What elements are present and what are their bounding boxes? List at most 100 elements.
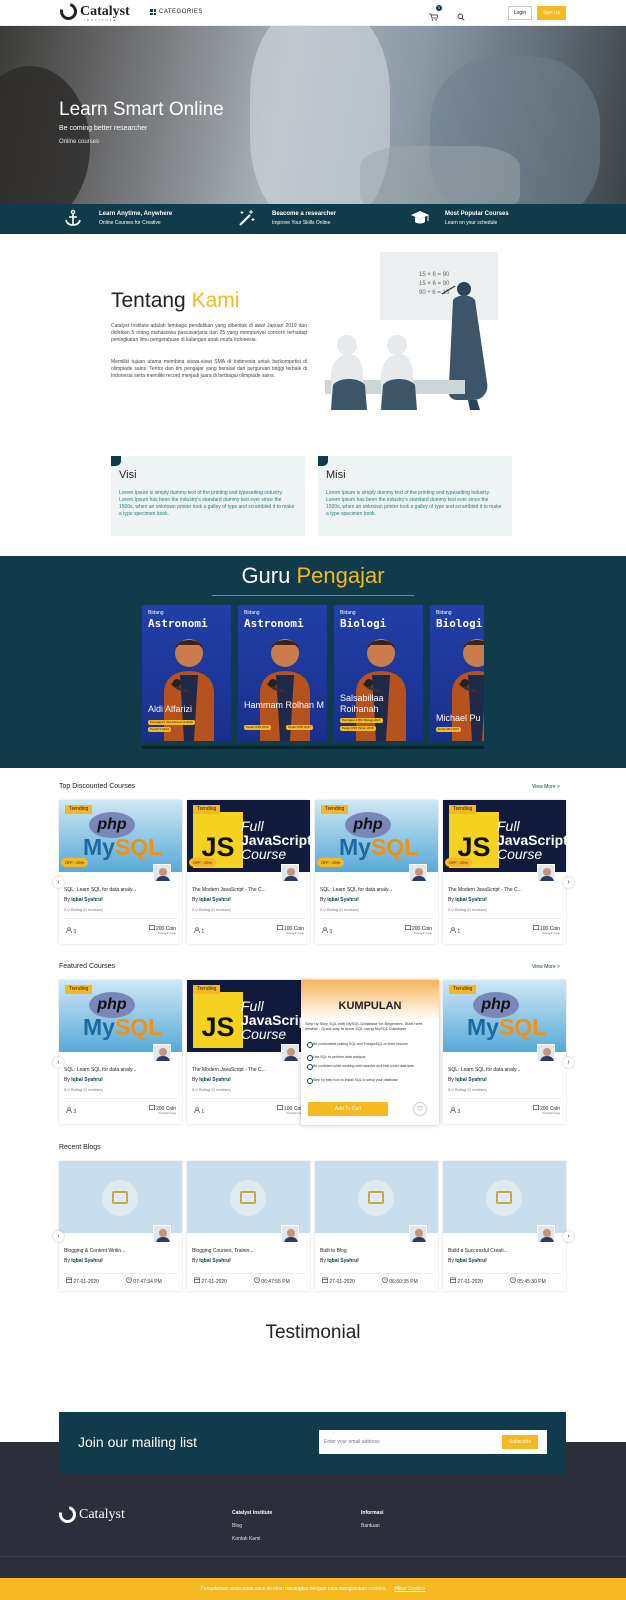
- course-card[interactable]: JS Full JavaScript Course Trending The Modern…: [187, 980, 310, 1124]
- course-card[interactable]: php MySQL Trending SQL: Learn SQL for data …: [443, 980, 566, 1124]
- teacher-achievement: Perak OSN 2017: [286, 725, 313, 730]
- blog-card[interactable]: Blogging Courses, Trainin... By Iqbal Sya…: [187, 1161, 310, 1291]
- carousel-prev-button[interactable]: ‹: [53, 877, 64, 888]
- blog-thumbnail: [443, 1161, 566, 1233]
- logo-mark-icon: [56, 0, 81, 24]
- course-title[interactable]: SQL: Learn SQL for data analy...: [64, 1067, 177, 1073]
- course-card[interactable]: JS Full JavaScript Course Trending OFF : 25% T…: [187, 800, 310, 944]
- calendar-icon: [322, 1277, 328, 1283]
- view-more-link[interactable]: View More >: [532, 964, 560, 970]
- blog-date: 27-01-2020: [322, 1277, 355, 1285]
- popup-description: Step by Step SQL with MySQL Database for…: [305, 1021, 424, 1031]
- course-author: By Iqbal Syahrul: [192, 1077, 231, 1083]
- course-price: 200 Coin Potongan harga: [148, 925, 176, 935]
- carousel-next-button[interactable]: ›: [563, 1057, 574, 1068]
- section-title: Featured Courses: [59, 963, 116, 970]
- course-author: By Iqbal Syahrul: [64, 1077, 103, 1083]
- teacher-card[interactable]: Bidang Biologi Salsabillaa Roihanah Peri…: [334, 605, 423, 741]
- carousel-scrollbar[interactable]: [142, 746, 484, 749]
- user-icon: [450, 927, 456, 934]
- blog-title[interactable]: Built to Blog: [320, 1248, 433, 1254]
- blog-title[interactable]: Blogging & Content Writin...: [64, 1248, 177, 1254]
- course-price: 200 Coin Potongan harga: [532, 1105, 560, 1115]
- clock-icon: [254, 1277, 260, 1283]
- logo[interactable]: Catalyst INSTITUTE: [56, 0, 130, 24]
- teacher-name: Aldi Alfarizi: [148, 704, 193, 714]
- signup-button[interactable]: Sign Up: [537, 6, 566, 20]
- view-more-link[interactable]: View More >: [532, 784, 560, 790]
- author-avatar: [153, 1044, 171, 1062]
- subscribe-button[interactable]: Subscribe: [502, 1435, 538, 1449]
- site-header: Catalyst INSTITUTE CATEGORIES 0 Login Si…: [0, 0, 626, 26]
- section-title: Top Discounted Courses: [59, 783, 136, 790]
- board-line: 15 × 6 = 90: [419, 272, 450, 278]
- search-icon[interactable]: [457, 8, 465, 21]
- course-rating: 5.0 Rating (0 reviews): [448, 907, 487, 912]
- categories-label: CATEGORIES: [159, 9, 203, 15]
- author-avatar: [281, 1225, 299, 1243]
- course-title[interactable]: The Modern JavaScript - The C...: [192, 887, 305, 893]
- carousel-next-button[interactable]: ›: [563, 1231, 574, 1242]
- cart-icon[interactable]: 0: [429, 5, 442, 21]
- mailing-title: Join our mailing list: [78, 1434, 198, 1450]
- footer-link-contact[interactable]: Kontak Kami: [232, 1536, 272, 1542]
- categories-menu[interactable]: CATEGORIES: [150, 9, 203, 15]
- footer-logo[interactable]: Catalyst: [55, 1502, 125, 1527]
- anchor-icon: [65, 209, 81, 226]
- carousel-prev-button[interactable]: ‹: [53, 1057, 64, 1068]
- teacher-card[interactable]: Bidang Biologi Michael Pu Emas IBO 2017: [430, 605, 484, 741]
- teacher-achievement: Peringkat 4 IBO Biologi 2017: [340, 718, 383, 723]
- allow-cookies-link[interactable]: Allow Cookies: [394, 1586, 425, 1592]
- course-card[interactable]: php MySQL Trending OFF : 25% SQL: Learn SQL …: [59, 800, 182, 944]
- misi-text: Lorem Ipsum is simply dummy text of the …: [326, 490, 502, 517]
- blog-card[interactable]: Build a Successful Creati... By Iqbal Sya…: [443, 1161, 566, 1291]
- popup-list-item: Be comfortable putting SQL and PostgreSQ…: [307, 1042, 425, 1048]
- blog-title[interactable]: Build a Successful Creati...: [448, 1248, 561, 1254]
- course-card[interactable]: php MySQL Trending SQL: Learn SQL for data …: [59, 980, 182, 1124]
- trending-badge: Trending: [449, 985, 476, 994]
- carousel-prev-button[interactable]: ‹: [53, 1231, 64, 1242]
- blog-time: 05:45:30 PM: [510, 1277, 546, 1285]
- blog-title[interactable]: Blogging Courses, Trainin...: [192, 1248, 305, 1254]
- course-rating: 5.0 Rating (0 reviews): [320, 907, 359, 912]
- student-count: 3: [322, 927, 332, 935]
- course-title[interactable]: SQL: Learn SQL for data analy...: [64, 887, 177, 893]
- course-rating: 5.0 Rating (0 reviews): [64, 1087, 103, 1092]
- email-input[interactable]: [324, 1436, 494, 1448]
- teacher-card[interactable]: Bidang Astronomi Hammam Rolhan M Perak O…: [238, 605, 327, 741]
- add-to-cart-button[interactable]: Add To Cart: [308, 1102, 388, 1116]
- footer-link-blog[interactable]: Blog: [232, 1523, 272, 1529]
- course-card[interactable]: php MySQL Trending OFF : 25% SQL: Learn SQL …: [315, 800, 438, 944]
- course-rating: 5.0 Rating (0 reviews): [448, 1087, 487, 1092]
- teacher-carousel[interactable]: Bidang Astronomi Aldi Alfarizi Peringkat…: [142, 605, 484, 741]
- teacher-achievement: Perak OSN 2016: [244, 725, 271, 730]
- teacher-achievement: Perak OSN Tahun 2016: [340, 726, 376, 731]
- visi-title: Visi: [119, 469, 137, 481]
- course-title[interactable]: The Modern JavaScript - The C...: [448, 887, 561, 893]
- course-title[interactable]: SQL: Learn SQL for data analy...: [448, 1067, 561, 1073]
- feature-title: Most Popular Courses: [445, 211, 509, 217]
- heart-icon[interactable]: ♡: [413, 1102, 427, 1116]
- carousel-next-button[interactable]: ›: [563, 877, 574, 888]
- teacher-field-label: Bidang: [340, 610, 356, 616]
- course-title[interactable]: SQL: Learn SQL for data analy...: [320, 887, 433, 893]
- visi-badge-icon: [111, 456, 121, 466]
- trending-badge: Trending: [193, 985, 220, 994]
- trending-badge: Trending: [449, 805, 476, 814]
- teacher-card[interactable]: Bidang Astronomi Aldi Alfarizi Peringkat…: [142, 605, 231, 741]
- course-card[interactable]: JS Full JavaScript Course Trending OFF : 25% T…: [443, 800, 566, 944]
- author-avatar: [153, 864, 171, 882]
- blog-date: 27-01-2020: [450, 1277, 483, 1285]
- hero-subtitle: Be coming better researcher: [59, 125, 148, 132]
- guru-title: Guru Pengajar: [241, 563, 385, 588]
- blog-card[interactable]: Built to Blog By Iqbal Syahrul 27-01-2020…: [315, 1161, 438, 1291]
- footer-link-help[interactable]: Bantuan: [361, 1523, 384, 1529]
- course-price: 100 Coin Potongan harga: [276, 1105, 304, 1115]
- course-title[interactable]: The Modern JavaScript - The C...: [192, 1067, 305, 1073]
- author-avatar: [153, 1225, 171, 1243]
- graduation-cap-icon: [411, 211, 429, 224]
- calendar-icon: [66, 1277, 72, 1283]
- blog-date: 27-01-2020: [194, 1277, 227, 1285]
- login-button[interactable]: Login: [508, 6, 532, 20]
- blog-card[interactable]: Blogging & Content Writin... By Iqbal Sya…: [59, 1161, 182, 1291]
